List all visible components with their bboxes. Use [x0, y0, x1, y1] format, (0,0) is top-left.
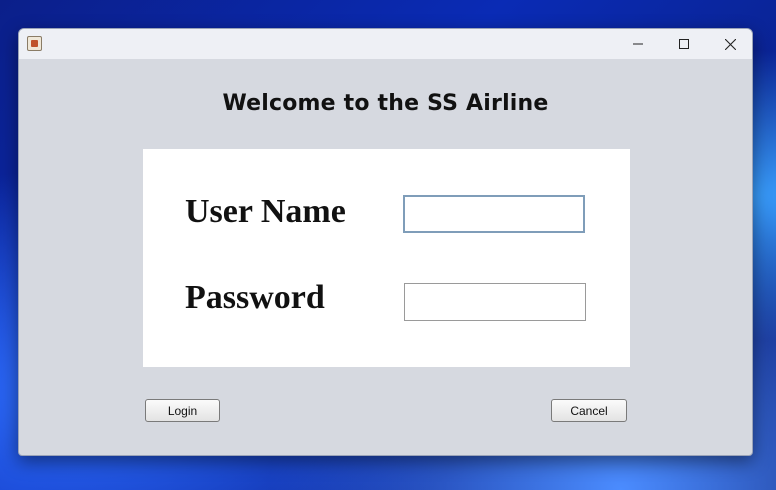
close-button[interactable]	[707, 29, 752, 59]
cancel-button[interactable]: Cancel	[551, 399, 627, 422]
login-window: Welcome to the SS Airline User Name Pass…	[18, 28, 753, 456]
login-form-panel: User Name Password	[143, 149, 630, 367]
login-button[interactable]: Login	[145, 399, 220, 422]
username-label: User Name	[185, 193, 346, 230]
minimize-icon	[633, 43, 643, 45]
welcome-heading: Welcome to the SS Airline	[222, 91, 549, 116]
maximize-button[interactable]	[661, 29, 707, 59]
title-bar[interactable]	[19, 29, 752, 59]
username-input[interactable]	[403, 195, 585, 233]
password-input[interactable]	[404, 283, 586, 321]
java-app-icon[interactable]	[27, 36, 42, 51]
close-icon	[724, 38, 736, 50]
maximize-icon	[679, 39, 689, 49]
password-label: Password	[185, 279, 325, 316]
minimize-button[interactable]	[615, 29, 661, 59]
